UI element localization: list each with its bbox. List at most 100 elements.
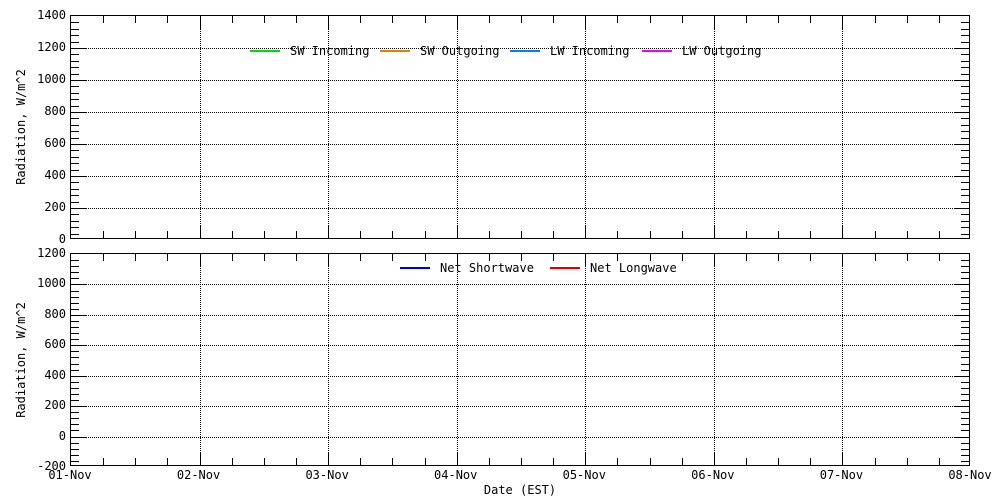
y-axis-tick: [71, 345, 86, 346]
y-axis-tick: [954, 80, 969, 81]
y-axis-tick: [71, 189, 79, 190]
y-axis-tick: [71, 443, 79, 444]
x-axis-tick: [585, 452, 586, 465]
y-axis-tick: [71, 80, 86, 81]
y-axis-tick: [961, 327, 969, 328]
y-axis-tick: [961, 182, 969, 183]
y-tick-label: 600: [20, 338, 66, 350]
y-axis-tick: [954, 315, 969, 316]
x-axis-tick: [907, 254, 908, 261]
y-axis-tick: [71, 266, 79, 267]
x-axis-tick: [232, 16, 233, 23]
x-axis-tick: [328, 16, 329, 29]
gridline-vertical: [200, 16, 201, 238]
x-axis-tick: [103, 458, 104, 465]
legend-label: SW Incoming: [290, 44, 369, 58]
legend-swatch: [250, 50, 280, 52]
y-axis-tick: [71, 131, 79, 132]
x-axis-tick: [457, 452, 458, 465]
x-axis-tick: [714, 452, 715, 465]
legend-swatch: [550, 267, 580, 269]
y-axis-tick: [961, 214, 969, 215]
x-axis-tick: [810, 16, 811, 23]
y-axis-tick: [961, 430, 969, 431]
x-axis-tick: [296, 16, 297, 23]
x-tick-label: 02-Nov: [167, 469, 231, 481]
legend-swatch: [510, 50, 540, 52]
y-tick-label: 400: [20, 369, 66, 381]
legend-swatch: [380, 50, 410, 52]
x-axis-tick: [360, 458, 361, 465]
y-axis-tick: [71, 376, 86, 377]
gridline-horizontal: [71, 112, 969, 113]
y-axis-tick: [71, 214, 79, 215]
net-radiation-panel: [70, 253, 970, 466]
x-axis-tick: [907, 458, 908, 465]
x-axis-tick: [200, 254, 201, 267]
y-axis-tick: [71, 412, 79, 413]
y-axis-tick: [71, 35, 79, 36]
y-axis-tick: [961, 370, 969, 371]
x-axis-tick: [200, 225, 201, 238]
x-axis-tick: [778, 16, 779, 23]
x-axis-tick: [746, 254, 747, 261]
y-axis-tick: [961, 29, 969, 30]
y-tick-label: 0: [20, 430, 66, 442]
gridline-horizontal: [71, 345, 969, 346]
x-axis-tick: [939, 231, 940, 238]
y-axis-tick: [961, 35, 969, 36]
y-axis-tick: [961, 321, 969, 322]
x-axis-tick: [714, 254, 715, 267]
y-axis-tick: [961, 163, 969, 164]
y-axis-tick: [71, 327, 79, 328]
y-tick-label: 1400: [20, 9, 66, 21]
legend-label: LW Outgoing: [682, 44, 761, 58]
x-axis-tick: [328, 254, 329, 267]
x-axis-tick: [842, 254, 843, 267]
y-axis-tick: [71, 455, 79, 456]
x-axis-tick: [907, 16, 908, 23]
y-axis-tick: [954, 48, 969, 49]
y-axis-tick: [71, 118, 79, 119]
y-axis-tick: [954, 144, 969, 145]
y-axis-tick: [961, 150, 969, 151]
y-axis-tick: [71, 388, 79, 389]
y-axis-tick: [71, 54, 79, 55]
x-axis-tick: [617, 458, 618, 465]
y-axis-tick: [961, 61, 969, 62]
y-axis-tick: [961, 382, 969, 383]
x-axis-label: Date (EST): [70, 483, 970, 497]
x-axis-tick: [650, 458, 651, 465]
x-axis-tick: [360, 231, 361, 238]
x-axis-tick: [135, 16, 136, 23]
gridline-horizontal: [71, 176, 969, 177]
y-axis-tick: [71, 48, 86, 49]
gridline-horizontal: [71, 406, 969, 407]
y-axis-tick: [961, 455, 969, 456]
x-axis-tick: [425, 254, 426, 261]
y-tick-label: 200: [20, 399, 66, 411]
y-axis-tick: [961, 424, 969, 425]
x-axis-tick: [939, 254, 940, 261]
y-axis-tick: [71, 297, 79, 298]
gridline-horizontal: [71, 437, 969, 438]
y-axis-tick: [71, 112, 86, 113]
y-axis-tick: [954, 437, 969, 438]
x-axis-tick: [489, 231, 490, 238]
x-axis-tick: [650, 231, 651, 238]
x-axis-tick: [842, 225, 843, 238]
y-axis-tick: [954, 284, 969, 285]
x-axis-tick: [200, 452, 201, 465]
legend-swatch: [400, 267, 430, 269]
y-axis-tick: [961, 418, 969, 419]
legend-label: SW Outgoing: [420, 44, 499, 58]
y-axis-tick: [71, 163, 79, 164]
x-axis-tick: [457, 225, 458, 238]
y-axis-label-top: Radiation, W/m^2: [14, 69, 28, 185]
y-tick-label: 800: [20, 105, 66, 117]
x-axis-tick: [682, 254, 683, 261]
x-axis-tick: [585, 225, 586, 238]
x-tick-label: 05-Nov: [552, 469, 616, 481]
y-axis-tick: [961, 54, 969, 55]
y-axis-tick: [71, 321, 79, 322]
